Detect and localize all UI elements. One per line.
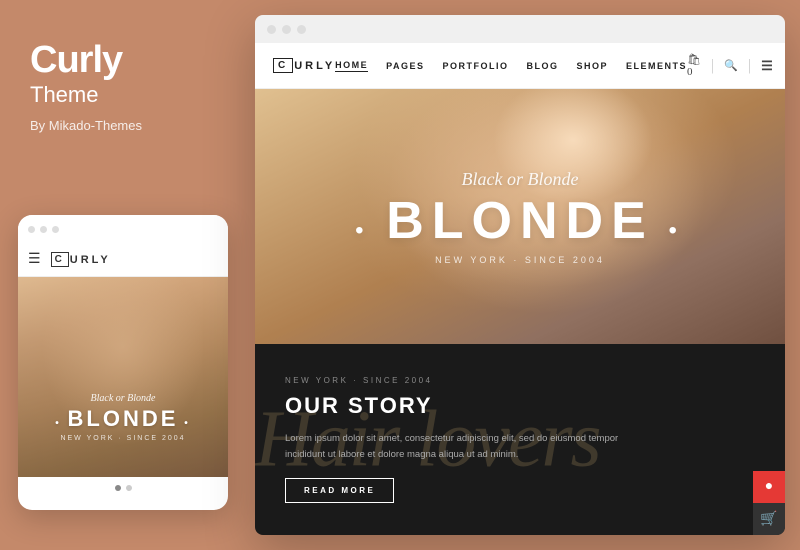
story-section: Hair lovers NEW YORK · SINCE 2004 OUR ST…	[255, 344, 785, 535]
nav-elements[interactable]: ELEMENTS	[626, 61, 687, 71]
search-icon[interactable]: 🔍	[724, 59, 738, 72]
hero-tagline: NEW YORK · SINCE 2004	[435, 255, 605, 265]
main-browser-panel: C URLY HOME PAGES PORTFOLIO BLOG SHOP EL…	[255, 15, 785, 535]
site-nav: C URLY HOME PAGES PORTFOLIO BLOG SHOP EL…	[255, 43, 785, 89]
cart-icon[interactable]: 🛍 0	[687, 53, 701, 78]
hero-headline: BLONDE	[355, 195, 685, 247]
mobile-nav: ☰ C URLY	[18, 243, 228, 277]
nav-home[interactable]: HOME	[335, 60, 368, 72]
browser-dot-2	[282, 25, 291, 34]
mobile-window-dot-2	[40, 226, 47, 233]
nav-portfolio[interactable]: PORTFOLIO	[443, 61, 509, 71]
mobile-dot-1[interactable]	[115, 485, 121, 491]
nav-pages[interactable]: PAGES	[386, 61, 424, 71]
browser-dot-3	[297, 25, 306, 34]
menu-icon[interactable]: ☰	[761, 58, 773, 74]
read-more-button[interactable]: READ MORE	[285, 478, 394, 503]
brand-by: By Mikado-Themes	[30, 118, 215, 133]
mobile-window-dot-1	[28, 226, 35, 233]
site-logo: C URLY	[273, 58, 335, 73]
brand-subtitle: Theme	[30, 82, 215, 108]
mobile-window-dot-3	[52, 226, 59, 233]
story-eyebrow: NEW YORK · SINCE 2004	[285, 376, 755, 385]
hero-content: Black or Blonde BLONDE NEW YORK · SINCE …	[255, 89, 785, 344]
mobile-hero-tagline: NEW YORK · SINCE 2004	[18, 435, 228, 442]
mobile-hero-script: Black or Blonde	[18, 393, 228, 404]
mobile-slide-dots	[18, 477, 228, 499]
mobile-hamburger-icon[interactable]: ☰	[28, 251, 41, 268]
left-panel: Curly Theme By Mikado-Themes ☰ C URLY Bl…	[0, 0, 245, 550]
site-logo-bracket: C	[273, 58, 293, 73]
story-body: Lorem ipsum dolor sit amet, consectetur …	[285, 431, 625, 461]
mobile-hero: Black or Blonde BLONDE NEW YORK · SINCE …	[18, 277, 228, 477]
story-title: OUR STORY	[285, 393, 755, 419]
hero-section: Black or Blonde BLONDE NEW YORK · SINCE …	[255, 89, 785, 344]
mobile-logo-text: URLY	[70, 254, 111, 266]
hero-script: Black or Blonde	[462, 169, 579, 190]
browser-dot-1	[267, 25, 276, 34]
mobile-logo: C URLY	[51, 252, 111, 267]
nav-blog[interactable]: BLOG	[527, 61, 559, 71]
site-nav-icons: 🛍 0 | 🔍 | ☰	[687, 53, 773, 78]
mobile-titlebar	[18, 215, 228, 243]
mobile-logo-bracket: C	[51, 252, 69, 267]
brand-title: Curly	[30, 40, 215, 82]
nav-shop[interactable]: SHOP	[577, 61, 609, 71]
mobile-preview: ☰ C URLY Black or Blonde BLONDE NEW YORK…	[18, 215, 228, 510]
site-logo-text: URLY	[294, 60, 335, 72]
mobile-dot-2[interactable]	[126, 485, 132, 491]
mobile-hero-text: Black or Blonde BLONDE NEW YORK · SINCE …	[18, 393, 228, 442]
mobile-face-overlay	[18, 277, 228, 477]
story-content: NEW YORK · SINCE 2004 OUR STORY Lorem ip…	[255, 356, 785, 522]
site-nav-links: HOME PAGES PORTFOLIO BLOG SHOP ELEMENTS	[335, 60, 687, 72]
browser-chrome	[255, 15, 785, 43]
mobile-hero-headline: BLONDE	[18, 406, 228, 432]
